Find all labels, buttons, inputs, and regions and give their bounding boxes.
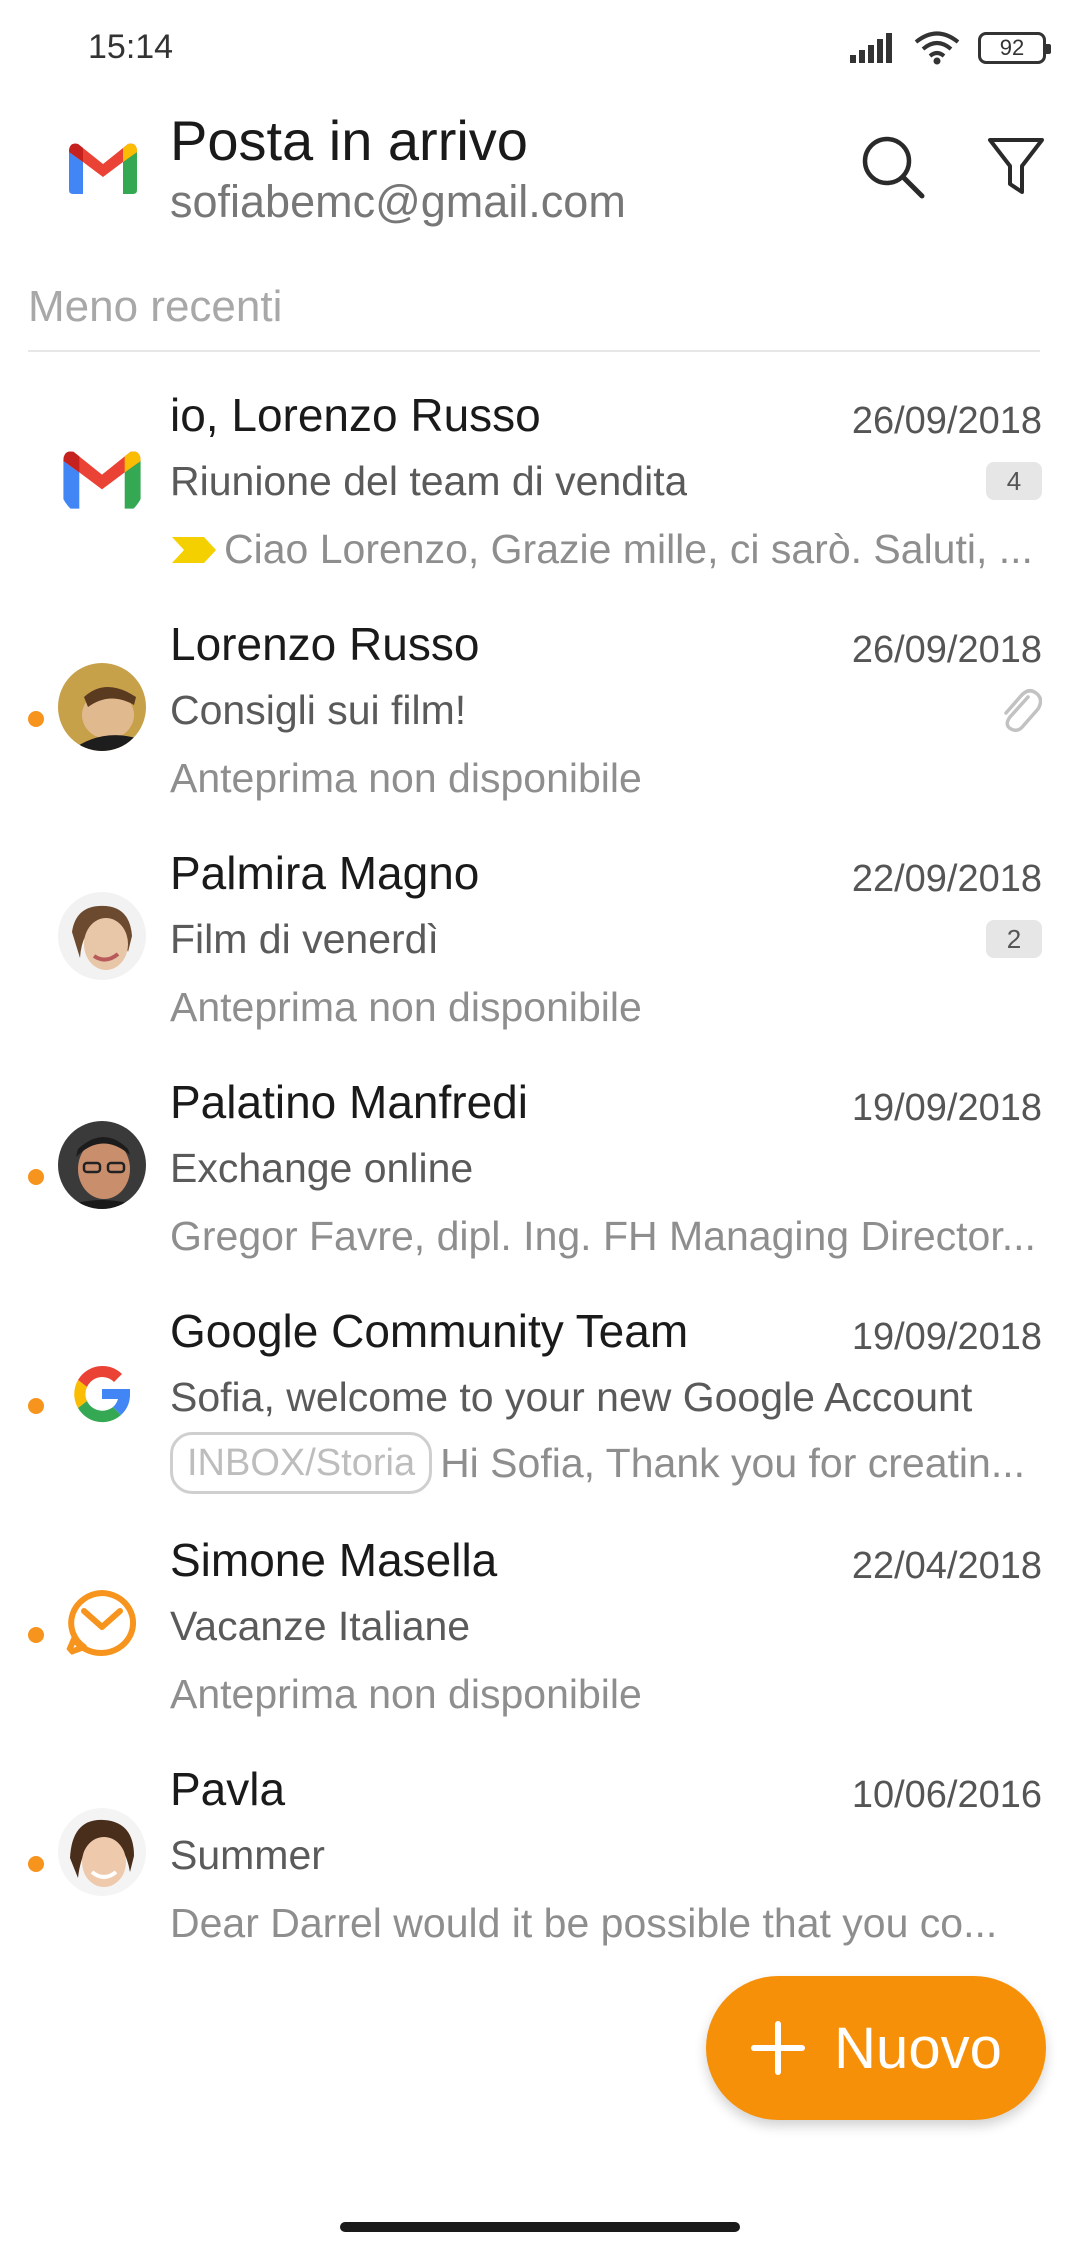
message-row[interactable]: Palmira Magno 22/09/2018 Film di venerdì… xyxy=(0,828,1080,1057)
message-date: 26/09/2018 xyxy=(851,629,1042,671)
inbox-header: Posta in arrivo sofiabemc@gmail.com xyxy=(0,100,1080,240)
message-preview-text: Dear Darrel would it be possible that yo… xyxy=(170,1900,998,1946)
message-list: io, Lorenzo Russo 26/09/2018 Riunione de… xyxy=(0,370,1080,1973)
home-indicator[interactable] xyxy=(340,2222,740,2232)
importance-marker-icon xyxy=(172,536,216,563)
message-subject: Riunione del team di vendita xyxy=(170,458,688,504)
message-preview-text: Anteprima non disponibile xyxy=(170,984,642,1030)
message-subject: Vacanze Italiane xyxy=(170,1603,471,1649)
message-preview-text: Gregor Favre, dipl. Ing. FH Managing Dir… xyxy=(170,1213,1036,1259)
message-row[interactable]: Palatino Manfredi 19/09/2018 Exchange on… xyxy=(0,1057,1080,1286)
message-subject: Exchange online xyxy=(170,1145,474,1191)
plus-icon xyxy=(751,2021,806,2075)
message-date: 19/09/2018 xyxy=(851,1316,1042,1358)
message-row[interactable]: io, Lorenzo Russo 26/09/2018 Riunione de… xyxy=(0,370,1080,599)
avatar xyxy=(58,1808,146,1896)
message-preview: Ciao Lorenzo, Grazie mille, ci sarò. Sal… xyxy=(170,526,1040,573)
message-date: 22/04/2018 xyxy=(851,1545,1042,1587)
message-preview: INBOX/Storia Hi Sofia, Thank you for cre… xyxy=(170,1432,1040,1494)
message-preview-text: Anteprima non disponibile xyxy=(170,1671,642,1717)
unread-dot xyxy=(28,1856,44,1872)
attachment-icon xyxy=(1004,689,1042,733)
battery-indicator: 92 xyxy=(978,32,1051,64)
message-row[interactable]: Lorenzo Russo 26/09/2018 Consigli sui fi… xyxy=(0,599,1080,828)
message-row[interactable]: Simone Masella 22/04/2018 Vacanze Italia… xyxy=(0,1515,1080,1744)
message-sender: Palatino Manfredi xyxy=(170,1076,528,1128)
message-preview: Gregor Favre, dipl. Ing. FH Managing Dir… xyxy=(170,1213,1040,1260)
gmail-logo-icon xyxy=(69,143,137,194)
message-preview: Anteprima non disponibile xyxy=(170,755,1040,802)
account-email[interactable]: sofiabemc@gmail.com xyxy=(170,176,626,228)
message-row[interactable]: Pavla 10/06/2016 Summer Dear Darrel woul… xyxy=(0,1744,1080,1973)
avatar xyxy=(58,892,146,980)
status-time: 15:14 xyxy=(88,28,174,66)
section-divider xyxy=(28,350,1040,352)
status-bar: 15:14 92 xyxy=(0,0,1080,96)
message-subject: Consigli sui film! xyxy=(170,687,467,733)
wifi-icon xyxy=(914,31,960,65)
search-icon[interactable] xyxy=(860,134,926,200)
message-preview-text: Hi Sofia, Thank you for creatin... xyxy=(440,1439,1025,1486)
filter-icon[interactable] xyxy=(986,136,1046,198)
compose-button-label: Nuovo xyxy=(834,2015,1002,2081)
message-sender: Lorenzo Russo xyxy=(170,618,480,670)
message-preview: Anteprima non disponibile xyxy=(170,1671,1040,1718)
message-date: 22/09/2018 xyxy=(851,858,1042,900)
thread-count-badge: 2 xyxy=(986,920,1042,958)
message-row[interactable]: Google Community Team 19/09/2018 Sofia, … xyxy=(0,1286,1080,1515)
message-preview: Anteprima non disponibile xyxy=(170,984,1040,1031)
unread-dot xyxy=(28,1169,44,1185)
folder-label-tag: INBOX/Storia xyxy=(170,1432,433,1494)
message-sender: Pavla xyxy=(170,1763,286,1815)
thread-count-badge: 4 xyxy=(986,462,1042,500)
message-preview: Dear Darrel would it be possible that yo… xyxy=(170,1900,1040,1947)
message-subject: Summer xyxy=(170,1832,325,1878)
unread-dot xyxy=(28,711,44,727)
avatar xyxy=(58,1121,146,1209)
message-preview-text: Ciao Lorenzo, Grazie mille, ci sarò. Sal… xyxy=(224,526,1033,572)
message-subject: Sofia, welcome to your new Google Accoun… xyxy=(170,1374,973,1420)
message-sender: Palmira Magno xyxy=(170,847,480,899)
unread-dot xyxy=(28,1627,44,1643)
message-sender: Google Community Team xyxy=(170,1305,689,1357)
message-date: 10/06/2016 xyxy=(851,1774,1042,1816)
compose-button[interactable]: Nuovo xyxy=(706,1976,1046,2120)
avatar xyxy=(58,663,146,751)
message-subject: Film di venerdì xyxy=(170,916,439,962)
signal-icon xyxy=(850,33,892,63)
google-logo-icon xyxy=(58,1350,146,1438)
envelope-logo-icon xyxy=(58,1579,146,1667)
message-sender: Simone Masella xyxy=(170,1534,498,1586)
message-preview-text: Anteprima non disponibile xyxy=(170,755,642,801)
message-date: 26/09/2018 xyxy=(851,400,1042,442)
unread-dot xyxy=(28,1398,44,1414)
section-label: Meno recenti xyxy=(28,282,283,331)
status-icons: 92 xyxy=(850,28,1051,68)
battery-level: 92 xyxy=(999,35,1025,60)
message-date: 19/09/2018 xyxy=(851,1087,1042,1129)
message-sender: io, Lorenzo Russo xyxy=(170,389,541,441)
gmail-logo-icon xyxy=(58,434,146,522)
page-title: Posta in arrivo xyxy=(170,109,528,172)
